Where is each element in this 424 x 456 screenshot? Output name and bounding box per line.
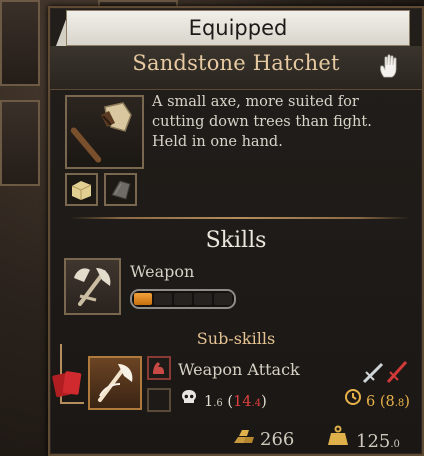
weapon-attack-label: Weapon Attack [178,360,300,379]
item-icon-slot[interactable] [65,95,144,169]
empty-slot[interactable] [147,388,171,412]
skull-icon [180,388,200,406]
item-value-number: 266 [260,429,295,450]
time-close-paren: ) [404,394,410,410]
section-divider [70,217,410,219]
progress-segment [174,293,192,305]
equipped-header: Equipped [66,10,410,46]
background-slot-middle[interactable] [0,100,40,186]
time-alt-decimal: .8 [394,398,405,409]
progress-segment [194,293,212,305]
weapon-attack-slot[interactable] [88,356,142,410]
material-slot-stone[interactable] [104,173,137,206]
item-name: Sandstone Hatchet [132,51,340,75]
skull-crit: 14 [233,394,252,410]
skull-open-paren: ( [222,394,234,410]
muscle-icon [153,362,164,374]
time-stat: 6 (8.8) [344,388,410,410]
weight-icon [326,425,352,447]
gold-bars-icon [232,425,258,445]
weapon-skill-progress [130,289,236,309]
clock-icon [344,388,364,406]
weapon-skill-icon [74,268,111,306]
background-slot-top[interactable] [0,0,40,86]
skull-stat: 1.6 (14.4) [180,388,267,410]
time-open-paren: ( [375,394,386,410]
weapon-skill-slot[interactable] [64,258,121,315]
item-weight: 125.0 [326,425,400,452]
stone-slab-icon [111,180,131,200]
skull-crit-decimal: .4 [251,398,262,409]
material-slot-sandstone[interactable] [65,173,98,206]
item-weight-number: 125 [356,431,391,452]
sandstone-block-icon [71,181,92,200]
progress-segment [134,293,152,305]
item-description: A small axe, more suited for cutting dow… [152,94,372,150]
weapon-skill-label: Weapon [130,262,195,281]
skull-base-decimal: .6 [213,398,223,409]
item-weight-decimal: .0 [390,439,400,450]
time-alt: 8 [385,394,395,410]
time-base: 6 [366,394,376,410]
skull-base: 1 [204,394,214,410]
weapon-attack-icon [98,364,133,402]
progress-segment [214,293,232,305]
cards-icon[interactable] [52,368,86,398]
item-value: 266 [232,425,294,450]
subskills-title: Sub-skills [196,329,276,348]
muscle-slot[interactable] [147,356,171,380]
progress-segment [154,293,172,305]
skills-title: Skills [205,228,267,253]
swords-icon [362,358,410,386]
hand-cursor-icon[interactable] [377,53,403,79]
hatchet-icon [70,102,132,163]
skull-close-paren: ) [261,394,267,410]
